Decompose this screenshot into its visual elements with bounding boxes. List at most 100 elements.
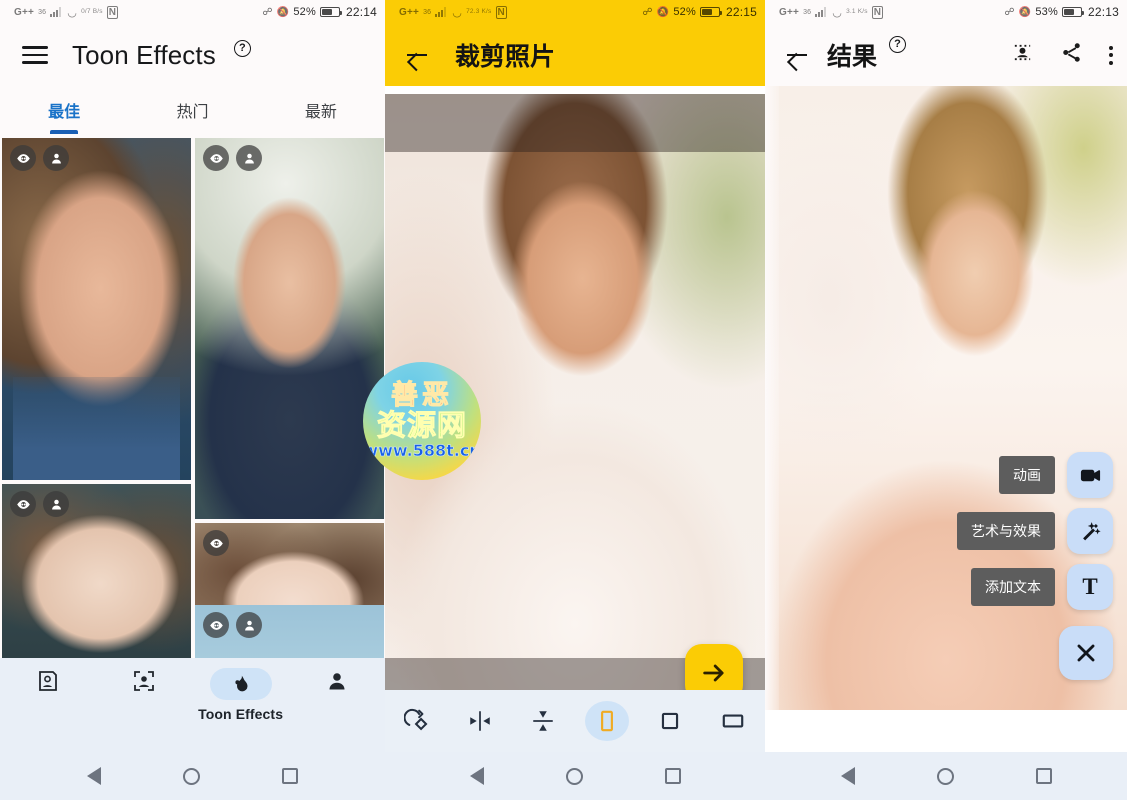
help-icon-label: ? [233,40,251,57]
nfc-icon: N [871,5,884,19]
crop-toolbar [385,690,765,752]
eye-icon [203,612,229,638]
menu-item-close[interactable] [957,620,1113,680]
bluetooth-icon: ☍ [642,6,653,18]
page-title: Toon Effects [72,39,216,70]
bottom-navigation: Toon Effects [0,658,385,752]
battery-icon [699,7,722,17]
text-t-icon[interactable]: T [1067,564,1113,610]
arrow-back-icon[interactable] [785,43,809,67]
flip-vertical-button[interactable] [512,708,575,734]
overflow-menu-icon[interactable] [1109,45,1113,65]
help-icon[interactable]: ? [889,34,907,53]
rect-square-icon [661,712,679,730]
clock-label: 22:13 [1087,5,1119,19]
status-bar: G++ 36 ◡ 0/7 B/s N ☍ 🔕 52% 22:14 [0,0,385,24]
ratio-portrait-button[interactable] [575,701,638,741]
clock-label: 22:14 [345,5,377,19]
three-screenshot-composite: G++ 36 ◡ 0/7 B/s N ☍ 🔕 52% 22:14 Toon Ef… [0,0,1127,800]
status-left: G++ 36 ◡ 0/7 B/s N [14,5,119,19]
wifi-icon: ◡ [452,6,463,19]
result-action-menu: 动画 艺术与效果 添加文本 T [957,452,1113,680]
network-rate-label: 72.3 K/s [466,7,492,15]
back-triangle-icon[interactable] [469,767,484,785]
battery-icon [319,7,342,17]
battery-percent-label: 52% [673,6,696,18]
grid-item-1[interactable] [195,138,384,519]
home-circle-icon[interactable] [183,767,200,785]
menu-item-art-effects[interactable]: 艺术与效果 [957,508,1113,554]
app-bar: 裁剪照片 [385,24,765,86]
magic-wand-icon[interactable] [1067,508,1113,554]
status-bar: G++ 36 ◡ 72.3 K/s N ☍ 🔕 52% 22:15 [385,0,765,24]
back-triangle-icon[interactable] [87,767,101,785]
ratio-square-button[interactable] [638,708,701,734]
ratio-landscape-button[interactable] [702,708,765,734]
grid-item-3-badges [10,491,69,517]
menu-item-animation[interactable]: 动画 [957,452,1113,498]
video-camera-icon[interactable] [1067,452,1113,498]
android-navigation-bar [765,752,1127,800]
watermark-line-3: www.588t.cn [363,441,481,461]
sidebar-item-face[interactable] [96,668,192,700]
arrow-back-icon[interactable] [405,43,429,67]
photo-frame-icon [35,668,61,694]
close-icon[interactable] [1059,626,1113,680]
signal-bars-icon [50,7,63,17]
wifi-icon: ◡ [832,6,843,19]
status-right: ☍ 🔕 52% 22:14 [262,5,377,19]
app-bar: 结果 ? [765,24,1127,86]
sidebar-item-toon-effects[interactable]: Toon Effects [193,668,289,722]
network-gen-label: 36 [38,8,47,16]
sidebar-item-toon-effects-label: Toon Effects [198,706,284,722]
sidebar-item-frames[interactable] [0,668,96,700]
signal-bars-icon [435,7,448,17]
share-icon[interactable] [1060,41,1083,69]
network-gen-label: 36 [423,8,432,16]
page-title: 结果 [827,42,878,71]
tab-popular[interactable]: 热门 [128,86,256,134]
back-triangle-icon[interactable] [840,767,855,785]
rect-landscape-icon [723,714,744,728]
crop-overlay-top [385,94,765,152]
grid-item-2-badges [203,530,229,556]
recents-square-icon[interactable] [664,768,681,784]
watermark-line-1: 善恶 [391,379,453,411]
recents-square-icon[interactable] [1035,768,1052,784]
flip-horizontal-button[interactable] [448,708,511,734]
wifi-icon: ◡ [67,6,78,19]
android-navigation-bar [385,752,765,800]
hamburger-icon[interactable] [22,46,48,64]
eye-icon [10,491,36,517]
network-type-label: G++ [779,6,800,18]
site-watermark: 善恶 资源网 www.588t.cn [363,362,481,480]
tab-bar: 最佳 热门 最新 [0,86,385,134]
effects-grid [0,134,385,706]
app-bar: Toon Effects ? [0,24,385,86]
menu-item-animation-label: 动画 [999,456,1055,494]
status-left: G++ 36 ◡ 3.1 K/s N [779,5,884,19]
page-title: 裁剪照片 [455,42,556,71]
recents-square-icon[interactable] [282,768,298,784]
home-circle-icon[interactable] [565,767,583,785]
portrait-stamp-icon[interactable] [1011,41,1034,69]
tab-best[interactable]: 最佳 [0,86,128,134]
grid-item-4-badges [203,612,262,638]
person-icon [236,145,262,171]
flame-icon [209,668,272,700]
help-icon[interactable]: ? [233,38,251,57]
panel-result: G++ 36 ◡ 3.1 K/s N ☍ 🔕 53% 22:13 结果 ? 动画… [765,0,1127,800]
grid-item-0[interactable] [2,138,191,480]
menu-item-add-text[interactable]: 添加文本 T [957,564,1113,610]
network-type-label: G++ [14,6,35,18]
arrow-right-icon [703,664,724,682]
menu-item-art-effects-label: 艺术与效果 [957,512,1055,550]
rotate-button[interactable] [385,708,448,734]
sidebar-item-profile[interactable] [289,668,385,700]
flip-vertical-icon [533,711,554,731]
status-left: G++ 36 ◡ 72.3 K/s N [399,5,507,19]
tab-newest[interactable]: 最新 [257,86,385,134]
home-circle-icon[interactable] [936,767,954,785]
ratio-portrait-selected [584,701,629,741]
mute-bell-icon: 🔕 [1018,6,1032,18]
